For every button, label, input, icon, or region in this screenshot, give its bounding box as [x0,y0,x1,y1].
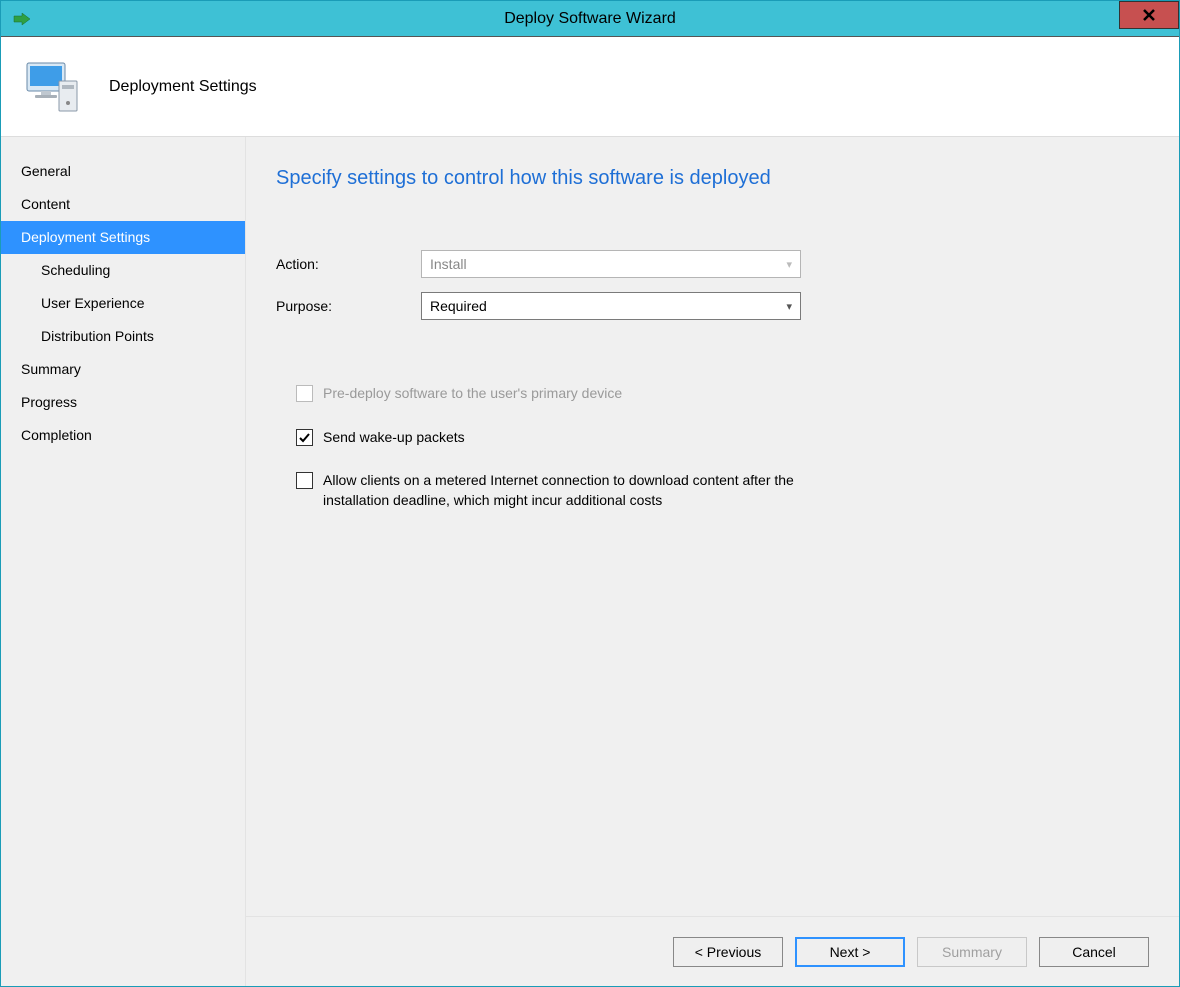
chevron-down-icon: ▾ [786,300,792,313]
checkbox-group: Pre-deploy software to the user's primar… [276,384,1149,534]
wakeup-row: Send wake-up packets [296,428,1149,448]
nav-item-summary[interactable]: Summary [1,353,245,386]
purpose-row: Purpose: Required ▾ [276,292,1149,320]
window-title: Deploy Software Wizard [1,10,1179,28]
nav-item-completion[interactable]: Completion [1,419,245,452]
nav-item-progress[interactable]: Progress [1,386,245,419]
metered-row: Allow clients on a metered Internet conn… [296,471,1149,510]
chevron-down-icon: ▾ [786,258,792,271]
metered-checkbox[interactable] [296,472,313,489]
predeploy-label: Pre-deploy software to the user's primar… [323,384,622,404]
wakeup-label: Send wake-up packets [323,428,465,448]
nav-item-general[interactable]: General [1,155,245,188]
nav-item-scheduling[interactable]: Scheduling [1,254,245,287]
action-dropdown: Install ▾ [421,250,801,278]
titlebar-arrow-icon [11,11,31,27]
action-label: Action: [276,256,421,272]
wizard-body: General Content Deployment Settings Sche… [1,137,1179,986]
purpose-label: Purpose: [276,298,421,314]
predeploy-row: Pre-deploy software to the user's primar… [296,384,1149,404]
nav-sidebar: General Content Deployment Settings Sche… [1,137,246,986]
nav-item-deployment-settings[interactable]: Deployment Settings [1,221,245,254]
nav-item-distribution-points[interactable]: Distribution Points [1,320,245,353]
purpose-value: Required [430,298,487,314]
previous-button[interactable]: < Previous [673,937,783,967]
titlebar: Deploy Software Wizard [1,1,1179,37]
nav-item-content[interactable]: Content [1,188,245,221]
main-heading: Specify settings to control how this sof… [276,167,1149,190]
page-title: Deployment Settings [109,78,257,96]
action-row: Action: Install ▾ [276,250,1149,278]
button-footer: < Previous Next > Summary Cancel [246,916,1179,986]
wizard-header: Deployment Settings [1,37,1179,137]
metered-label: Allow clients on a metered Internet conn… [323,471,823,510]
cancel-button[interactable]: Cancel [1039,937,1149,967]
action-value: Install [430,256,467,272]
main-panel: Specify settings to control how this sof… [246,137,1179,986]
wizard-window: Deploy Software Wizard Deployment Settin… [0,0,1180,987]
summary-button: Summary [917,937,1027,967]
computer-icon [21,55,85,119]
predeploy-checkbox [296,385,313,402]
purpose-dropdown[interactable]: Required ▾ [421,292,801,320]
next-button[interactable]: Next > [795,937,905,967]
wakeup-checkbox[interactable] [296,429,313,446]
close-button[interactable] [1119,1,1179,29]
nav-item-user-experience[interactable]: User Experience [1,287,245,320]
